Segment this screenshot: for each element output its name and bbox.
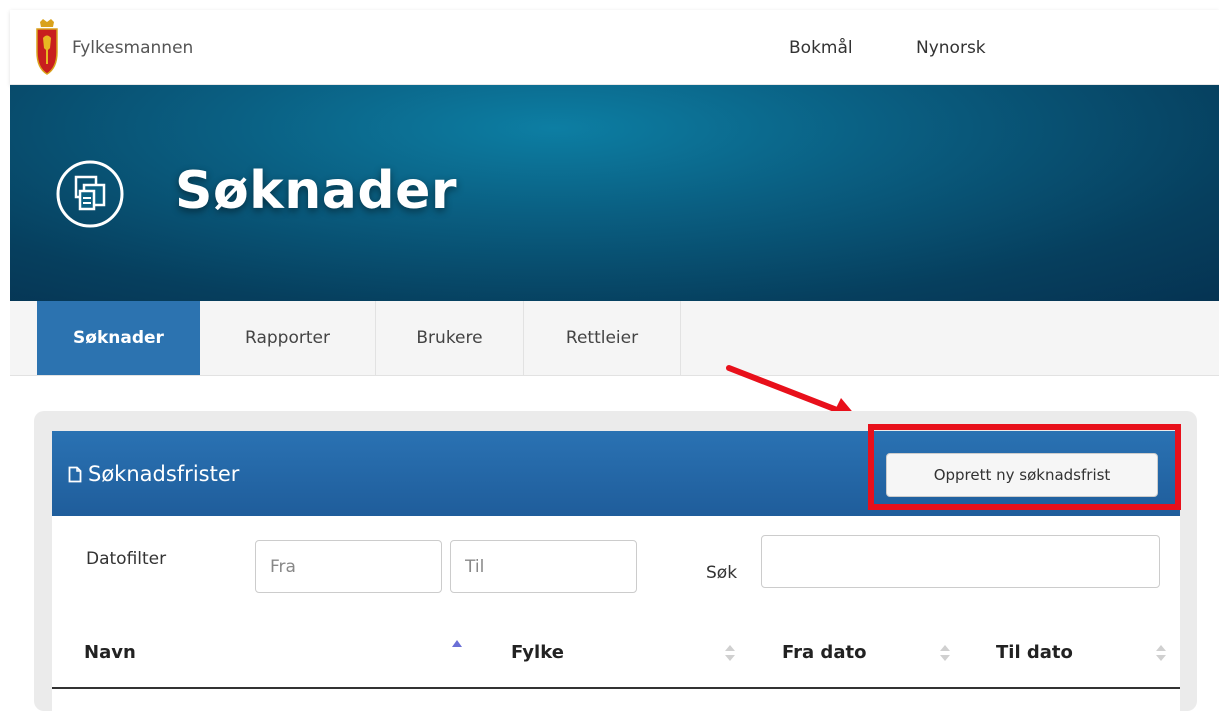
tab-soknader[interactable]: Søknader xyxy=(37,301,200,375)
table-header-divider xyxy=(52,687,1180,689)
sort-ascending-icon[interactable] xyxy=(452,638,462,656)
tab-rapporter[interactable]: Rapporter xyxy=(200,301,376,375)
sort-unsorted-icon[interactable] xyxy=(725,644,735,662)
create-deadline-button[interactable]: Opprett ny søknadsfrist xyxy=(886,453,1158,497)
search-input[interactable] xyxy=(761,535,1160,588)
column-header-fylke[interactable]: Fylke xyxy=(511,642,564,663)
column-header-til-dato[interactable]: Til dato xyxy=(996,642,1073,663)
page-hero-banner: Søknader xyxy=(10,85,1219,301)
date-to-input[interactable] xyxy=(450,540,637,593)
language-bokmal-link[interactable]: Bokmål xyxy=(789,38,853,58)
brand-name[interactable]: Fylkesmannen xyxy=(72,38,193,58)
column-header-navn[interactable]: Navn xyxy=(84,642,136,663)
panel-title-text: Søknadsfrister xyxy=(88,462,240,486)
sort-unsorted-icon[interactable] xyxy=(940,644,950,662)
date-from-input[interactable] xyxy=(255,540,442,593)
sort-unsorted-icon[interactable] xyxy=(1156,644,1166,662)
language-nynorsk-link[interactable]: Nynorsk xyxy=(916,38,986,58)
tab-rettleier[interactable]: Rettleier xyxy=(524,301,681,375)
search-label: Søk xyxy=(706,563,738,583)
coat-of-arms-logo xyxy=(36,19,58,75)
tab-brukere[interactable]: Brukere xyxy=(376,301,524,375)
top-navigation-bar: Fylkesmannen Bokmål Nynorsk xyxy=(10,10,1219,85)
application-stack-icon xyxy=(56,160,124,228)
panel-title: Søknadsfrister xyxy=(68,462,239,486)
tab-bar: Søknader Rapporter Brukere Rettleier xyxy=(10,301,1219,376)
column-header-fra-dato[interactable]: Fra dato xyxy=(782,642,866,663)
file-icon xyxy=(68,466,82,483)
date-filter-label: Datofilter xyxy=(86,549,167,569)
page-title: Søknader xyxy=(175,161,458,221)
